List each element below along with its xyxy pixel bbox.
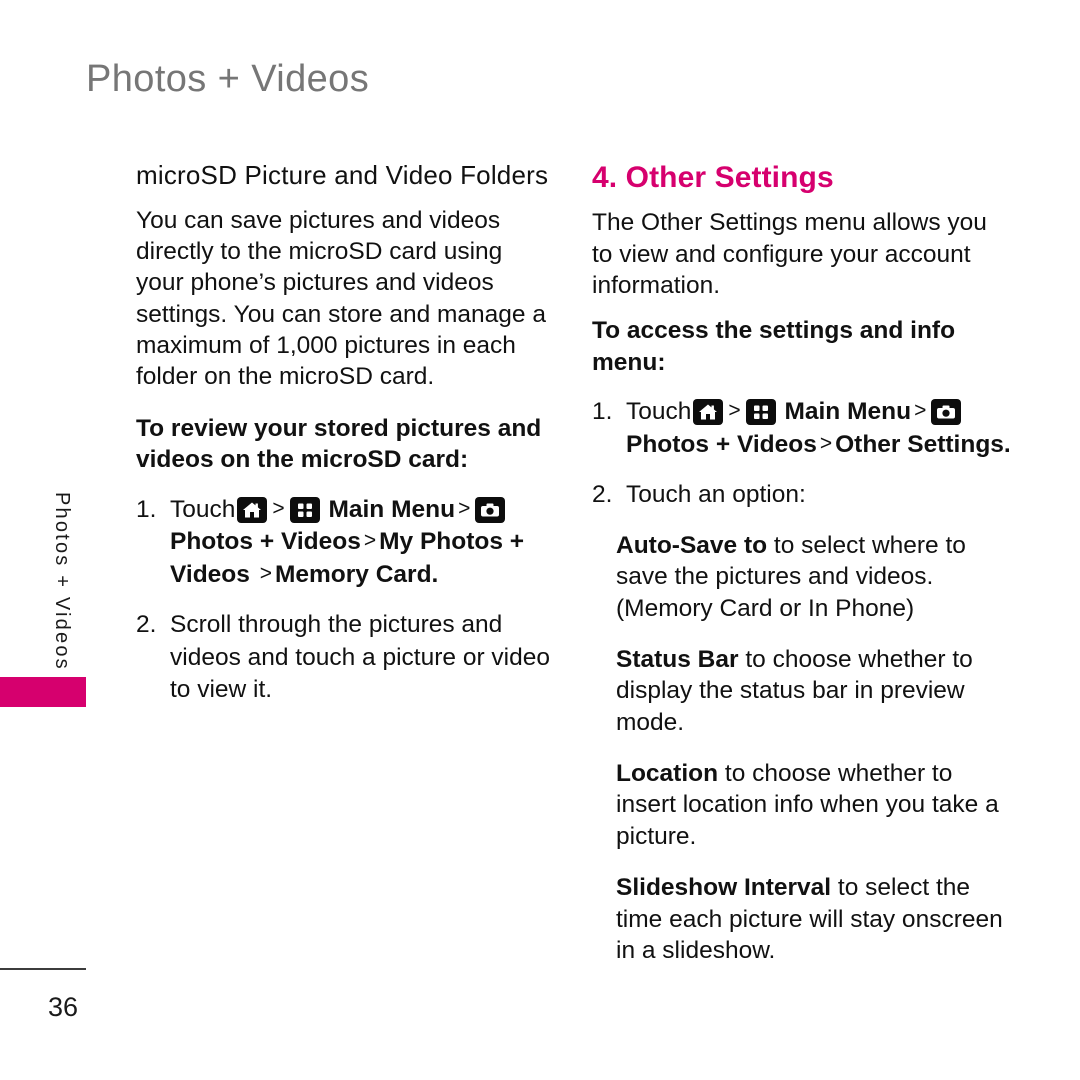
right-lead-bold: To access the settings and info menu: <box>592 317 956 376</box>
right-step-1-sep-2: > <box>914 399 927 423</box>
home-icon[interactable] <box>237 496 268 523</box>
right-step-1-trail-1: Photos + Videos <box>626 430 817 458</box>
left-step-1-main-menu-label: Main Menu <box>328 495 456 523</box>
option-status-bar-name: Status Bar <box>616 646 739 673</box>
left-column: microSD Picture and Video Folders You ca… <box>136 160 556 725</box>
left-step-2-text: Scroll through the pictures and videos a… <box>170 611 550 704</box>
left-step-1: 1. Touch > Main Menu > Photos + Videos > My … <box>136 494 556 592</box>
right-step-1-body: Touch > Main Menu > Photos + Videos > Other … <box>626 396 1012 461</box>
right-step-1-touch-label: Touch <box>626 398 692 426</box>
left-step-1-number: 1. <box>136 495 157 523</box>
camera-icon[interactable] <box>931 399 962 426</box>
footer-divider <box>0 968 86 970</box>
right-step-2-number: 2. <box>592 481 613 509</box>
right-step-1-number: 1. <box>592 398 613 426</box>
right-section-heading: 4. Other Settings <box>592 161 834 194</box>
left-step-1-sep-1: > <box>272 496 285 520</box>
camera-icon[interactable] <box>475 496 506 523</box>
option-location: Location to choose whether to insert loc… <box>592 758 1012 852</box>
right-step-1-sep-3: > <box>819 431 833 455</box>
grid-icon[interactable] <box>289 496 320 523</box>
right-step-2: 2. Touch an option: <box>592 479 1012 512</box>
right-step-1-main-menu-label: Main Menu <box>784 398 912 426</box>
right-step-2-text: Touch an option: <box>626 481 806 509</box>
left-step-2: 2. Scroll through the pictures and video… <box>136 609 556 707</box>
option-location-name: Location <box>616 760 719 788</box>
right-step-1-trail-2: Other Settings. <box>835 430 1011 458</box>
option-auto-save-to: Auto-Save to to select where to save the… <box>592 530 1012 624</box>
grid-icon[interactable] <box>745 399 776 426</box>
left-lead-bold: To review your stored pictures and video… <box>136 414 542 474</box>
chapter-side-tab-label: Photos + Videos <box>51 492 73 671</box>
chapter-side-tab-swatch <box>0 677 86 707</box>
left-step-1-body: Touch > Main Menu > Photos + Videos > My Pho… <box>170 494 556 592</box>
left-step-1-touch-label: Touch <box>170 495 236 523</box>
right-step-1: 1. Touch > Main Menu > Photos + Videos > Oth… <box>592 396 1012 461</box>
option-slideshow-interval: Slideshow Interval to select the time ea… <box>592 872 1012 966</box>
option-auto-save-to-name: Auto-Save to <box>616 531 768 559</box>
option-slideshow-interval-name: Slideshow Interval <box>616 874 832 902</box>
right-intro-paragraph: The Other Settings menu allows you to vi… <box>592 209 987 300</box>
left-step-1-sep-3: > <box>363 529 377 553</box>
page-title: Photos + Videos <box>86 58 370 100</box>
home-icon[interactable] <box>693 399 724 426</box>
right-step-1-sep-1: > <box>728 399 741 423</box>
left-section-heading: microSD Picture and Video Folders <box>136 160 549 190</box>
left-step-1-trail-3: Memory Card. <box>274 560 439 588</box>
option-status-bar: Status Bar to choose whether to display … <box>592 644 1012 738</box>
left-step-1-trail-1: Photos + Videos <box>170 528 361 556</box>
page-number: 36 <box>48 992 79 1022</box>
left-step-1-sep-2: > <box>458 496 471 520</box>
left-step-2-number: 2. <box>136 611 157 639</box>
left-step-1-sep-4: > <box>259 561 272 585</box>
right-column: 4. Other Settings The Other Settings men… <box>592 160 1012 986</box>
left-intro-paragraph: You can save pictures and videos directl… <box>136 206 546 391</box>
